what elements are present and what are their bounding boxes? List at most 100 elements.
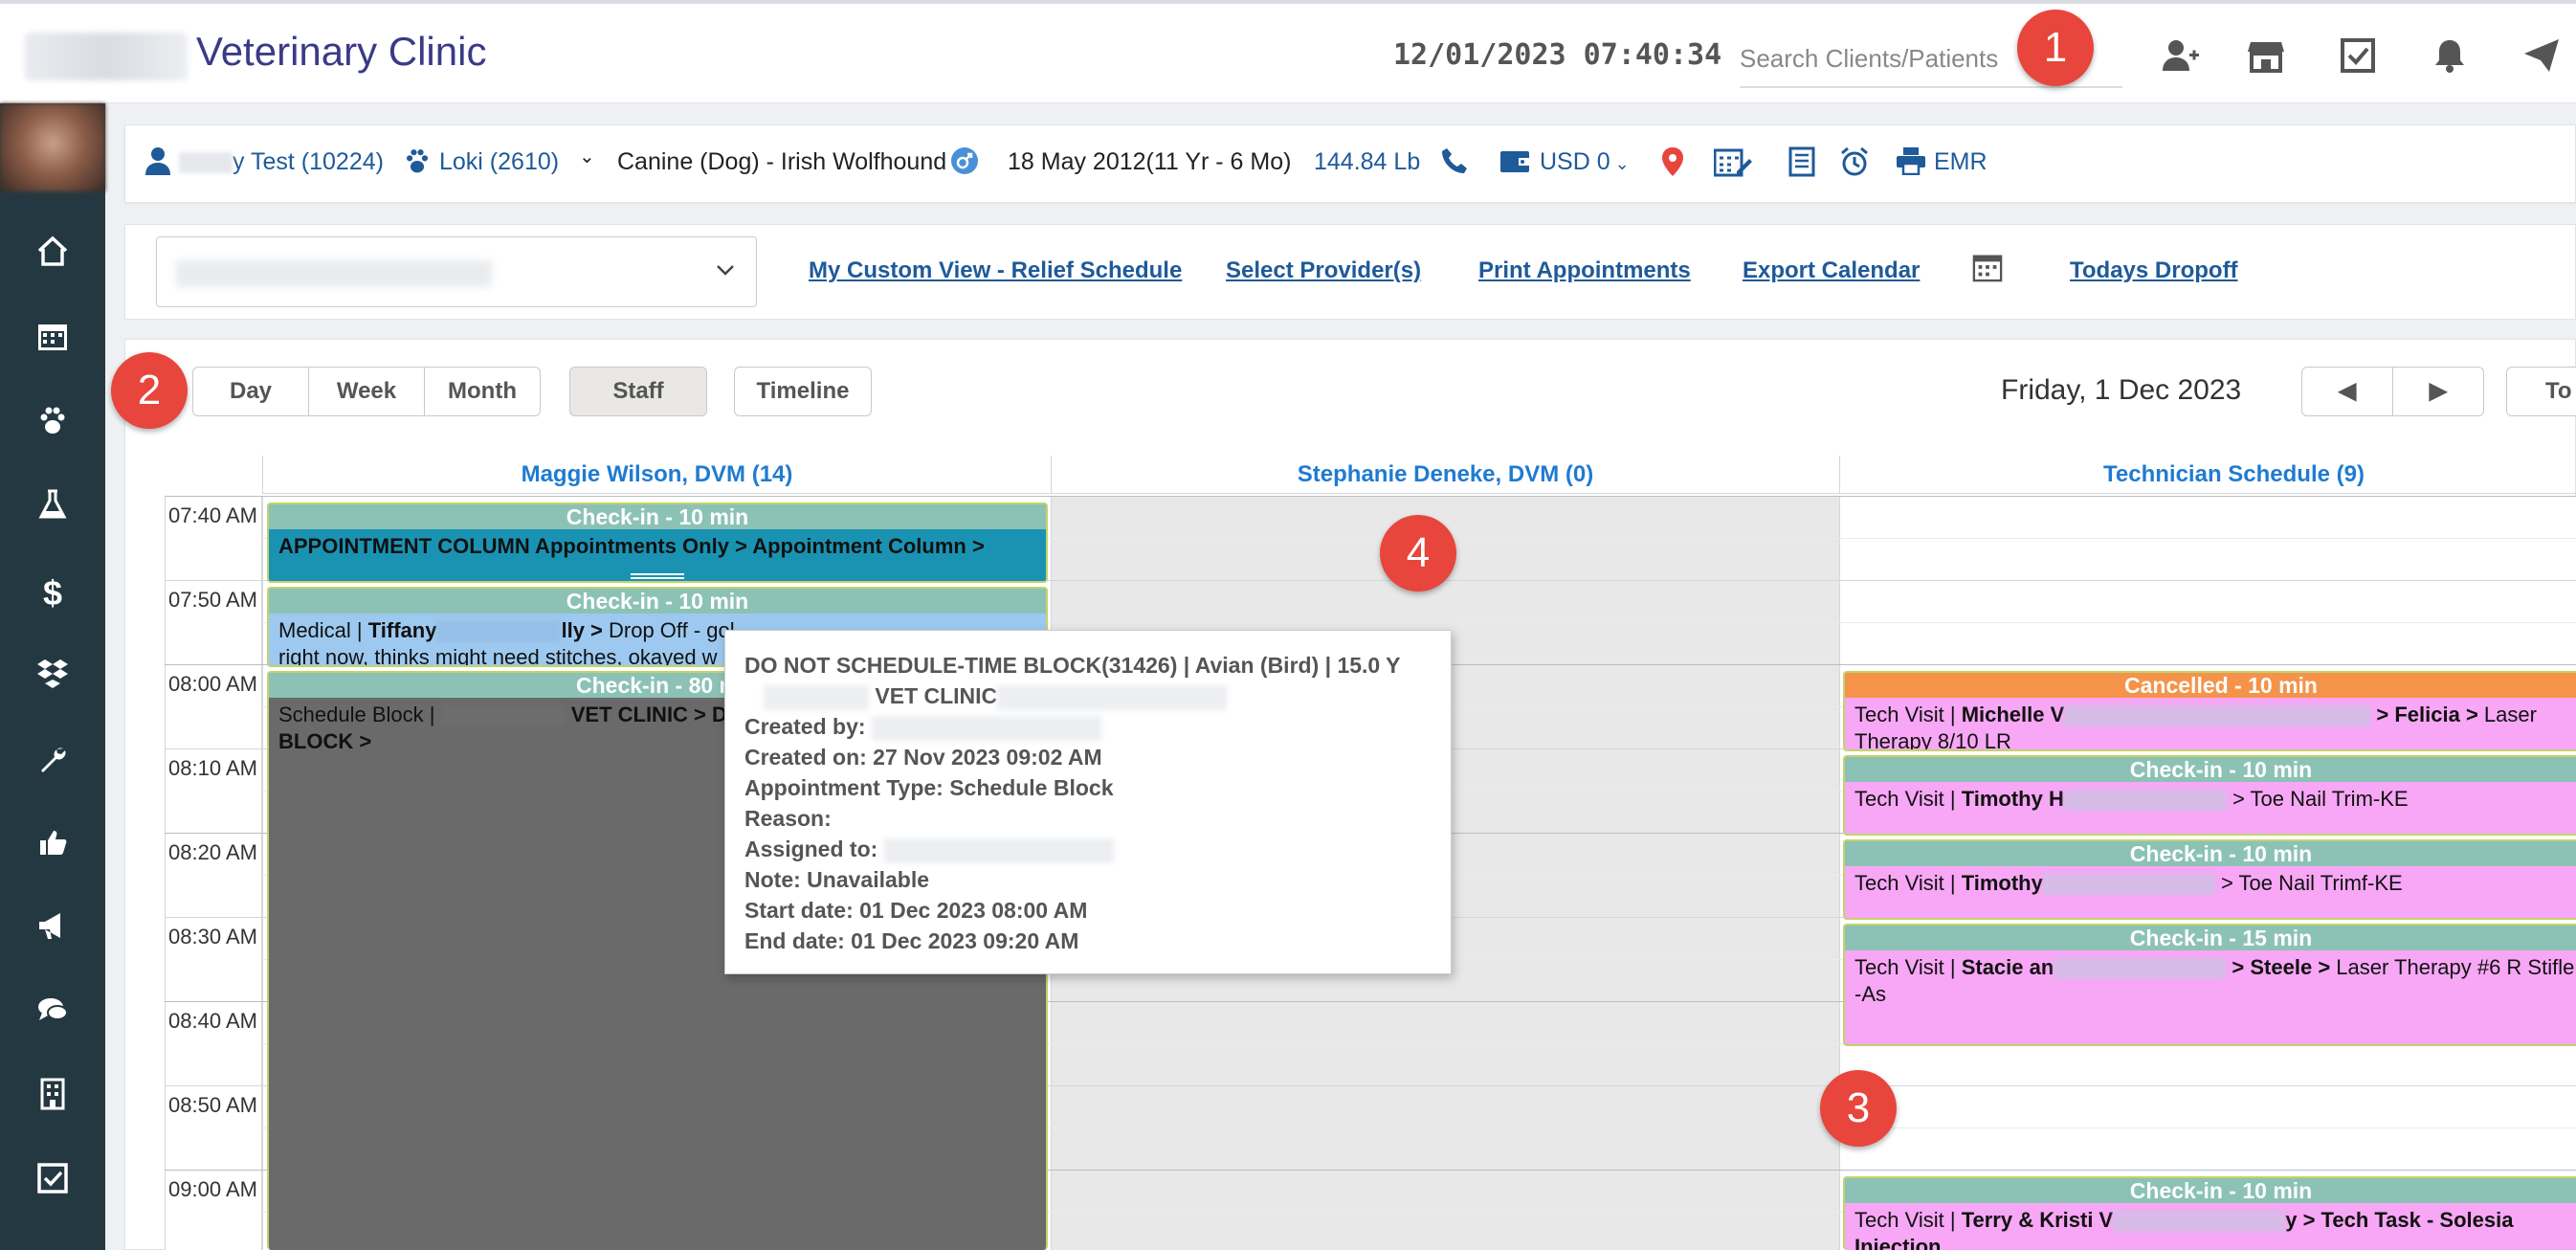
megaphone-icon[interactable]	[0, 902, 105, 959]
clinic-logo	[25, 33, 188, 80]
tooltip-note: Note: Unavailable	[744, 867, 929, 892]
tech-appointment[interactable]: Cancelled - 10 min Tech Visit | Michelle…	[1843, 671, 2576, 751]
checkbox-icon[interactable]	[0, 1154, 105, 1212]
patient-link[interactable]: Loki (2610)	[439, 148, 559, 176]
callout-badge-3: 3	[1820, 1070, 1897, 1147]
tooltip-appointment-type: Appointment Type: Schedule Block	[744, 775, 1114, 800]
chat-icon[interactable]	[0, 986, 105, 1043]
wrench-icon[interactable]	[0, 733, 105, 791]
time-label: 08:40 AM	[168, 1009, 257, 1033]
appointment-text: Tech Visit | Michelle V > Felicia > Lase…	[1854, 703, 2537, 751]
document-list-icon[interactable]	[1788, 146, 1815, 185]
calendar-icon[interactable]	[0, 312, 105, 369]
dropbox-icon[interactable]	[0, 649, 105, 706]
location-pin-icon[interactable]	[1660, 146, 1685, 185]
appointment-status: Check-in - 10 min	[269, 504, 1046, 529]
user-avatar[interactable]	[0, 103, 105, 191]
tooltip-assigned-to: Assigned to:	[744, 834, 1432, 864]
resize-handle[interactable]	[631, 573, 684, 579]
tech-appointment[interactable]: Check-in - 10 min Tech Visit | Timothy >…	[1843, 839, 2576, 920]
redacted-text	[440, 705, 566, 727]
patient-species: Canine (Dog) - Irish Wolfhound	[617, 148, 947, 175]
week-view-button[interactable]: Week	[308, 367, 425, 416]
tooltip-reason: Reason:	[744, 806, 832, 831]
column-header-stephanie-deneke[interactable]: Stephanie Deneke, DVM (0)	[1051, 456, 1839, 494]
column-header-technician-schedule[interactable]: Technician Schedule (9)	[1839, 456, 2576, 494]
patient-dropdown-caret[interactable]: ⌄	[579, 145, 595, 168]
notification-bell-icon[interactable]	[2431, 36, 2469, 75]
printer-icon[interactable]	[1896, 146, 1926, 183]
add-user-icon[interactable]	[2161, 36, 2199, 75]
appointment-text: Tech Visit | Terry & Kristi Vy > Tech Ta…	[1854, 1208, 2514, 1250]
alarm-clock-icon[interactable]	[1840, 146, 1869, 185]
emr-link[interactable]: EMR	[1934, 148, 1988, 176]
redacted-text	[2113, 1211, 2286, 1233]
client-link[interactable]: y Test (10224)	[179, 148, 384, 176]
time-label: 07:50 AM	[168, 588, 257, 612]
flask-icon[interactable]	[0, 480, 105, 538]
redacted-text	[883, 837, 1114, 863]
thumbs-up-icon[interactable]	[0, 817, 105, 875]
paw-icon	[403, 146, 432, 183]
appointment-text: Tech Visit | Timothy H > Toe Nail Trim-K…	[1854, 787, 2409, 812]
select-providers-link[interactable]: Select Provider(s)	[1226, 257, 1421, 284]
appointment-block[interactable]: Check-in - 10 min APPOINTMENT COLUMN App…	[267, 502, 1048, 583]
selected-view-redacted	[176, 260, 492, 287]
todays-dropoff-link[interactable]: Todays Dropoff	[2070, 257, 2238, 284]
home-icon[interactable]	[0, 228, 105, 285]
tooltip-end-date: End date: 01 Dec 2023 09:20 AM	[744, 928, 1079, 953]
send-message-icon[interactable]	[2522, 36, 2561, 75]
appointment-status: Check-in - 10 min	[1845, 841, 2576, 866]
appointment-tooltip: DO NOT SCHEDULE-TIME BLOCK(31426) | Avia…	[724, 630, 1452, 974]
appointment-status: Check-in - 15 min	[1845, 926, 2576, 950]
time-label: 08:10 AM	[168, 756, 257, 780]
tech-appointment[interactable]: Check-in - 10 min Tech Visit | Timothy H…	[1843, 755, 2576, 836]
redacted-text	[764, 684, 869, 710]
staff-view-button[interactable]: Staff	[569, 367, 707, 416]
callout-badge-4: 4	[1380, 515, 1456, 592]
export-calendar-link[interactable]: Export Calendar	[1743, 257, 1920, 284]
redacted-text	[2042, 874, 2215, 896]
task-check-icon[interactable]	[2339, 36, 2377, 75]
time-label: 08:20 AM	[168, 840, 257, 864]
prev-day-button[interactable]: ◀	[2301, 367, 2393, 416]
chevron-down-icon	[716, 257, 735, 283]
today-button[interactable]: To	[2506, 367, 2576, 416]
day-view-button[interactable]: Day	[192, 367, 309, 416]
calendar-toolbar: My Custom View - Relief Schedule Select …	[124, 224, 2576, 320]
paw-icon[interactable]	[0, 396, 105, 454]
appointment-status: Check-in - 10 min	[269, 589, 1046, 614]
calendar-picker-icon[interactable]	[1972, 252, 2003, 290]
redacted-text	[2064, 705, 2371, 727]
callout-badge-2: 2	[111, 352, 188, 429]
building-icon[interactable]	[0, 1070, 105, 1127]
left-sidebar: $	[0, 103, 105, 1250]
patient-weight[interactable]: 144.84 Lb	[1314, 148, 1420, 176]
dollar-icon[interactable]: $	[0, 565, 105, 622]
column-header-maggie-wilson[interactable]: Maggie Wilson, DVM (14)	[262, 456, 1051, 494]
callout-badge-1: 1	[2017, 10, 2094, 86]
calculator-edit-icon[interactable]	[1713, 146, 1752, 185]
tooltip-title: DO NOT SCHEDULE-TIME BLOCK(31426) | Avia…	[744, 653, 1401, 678]
timeline-view-button[interactable]: Timeline	[734, 367, 872, 416]
appointment-status: Check-in - 10 min	[1845, 1178, 2576, 1203]
redacted-text	[2063, 790, 2227, 812]
store-icon[interactable]	[2247, 36, 2285, 75]
grid-line	[165, 496, 2576, 497]
clinic-name: Veterinary Clinic	[196, 29, 487, 74]
tech-appointment[interactable]: Check-in - 15 min Tech Visit | Stacie an…	[1843, 924, 2576, 1046]
male-neutered-icon	[950, 146, 979, 183]
tooltip-clinic: VET CLINIC	[744, 681, 1432, 711]
account-balance[interactable]: USD 0 ⌄	[1540, 148, 1630, 176]
wallet-icon[interactable]	[1499, 146, 1530, 183]
phone-icon[interactable]	[1440, 146, 1469, 183]
print-appointments-link[interactable]: Print Appointments	[1478, 257, 1691, 284]
next-day-button[interactable]: ▶	[2392, 367, 2484, 416]
redacted-text	[436, 621, 562, 643]
appointment-status: Cancelled - 10 min	[1845, 673, 2576, 698]
my-custom-view-link[interactable]: My Custom View - Relief Schedule	[809, 257, 1182, 284]
top-header: Veterinary Clinic 12/01/2023 07:40:34	[0, 0, 2576, 103]
month-view-button[interactable]: Month	[424, 367, 541, 416]
tech-appointment[interactable]: Check-in - 10 min Tech Visit | Terry & K…	[1843, 1176, 2576, 1250]
calendar-view-select[interactable]	[156, 236, 757, 307]
